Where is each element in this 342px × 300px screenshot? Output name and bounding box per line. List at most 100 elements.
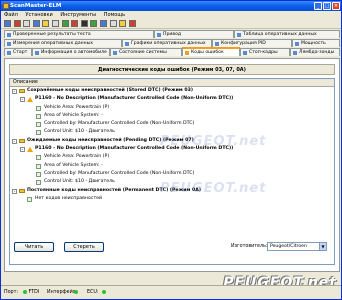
play-icon[interactable] (90, 20, 98, 27)
tab-vehicle-info[interactable]: Информация о автомобиле (32, 48, 110, 56)
tab-live-measurements[interactable]: Измерения оперативных данных (4, 39, 122, 47)
manufacturer-label: Изготовитель: (231, 244, 268, 249)
collapse-icon[interactable]: - (12, 89, 17, 94)
collapse-icon[interactable]: - (20, 97, 25, 103)
warning-icon (27, 146, 33, 152)
manufacturer-select[interactable]: Peugeot/Citroen ▼ (267, 242, 327, 251)
title-bar: ScanMaster-ELM _ □ × (1, 1, 341, 11)
tree-leaf[interactable]: Vehicle Area: Powertrain (P) (10, 104, 334, 112)
tab-o2-sensors[interactable]: Лямбда-зонды (290, 48, 340, 56)
read-button[interactable]: Читать (14, 242, 54, 252)
tab-actuator[interactable]: Привод (154, 30, 234, 38)
column-header-description[interactable]: Описание (10, 79, 334, 87)
table-icon (237, 33, 241, 37)
config-icon (215, 42, 219, 46)
tab-live-graphs[interactable]: Графики оперативных данных (122, 39, 212, 47)
menu-bar: Файл Установки Инструменты Помощь (1, 11, 341, 19)
menu-file[interactable]: Файл (4, 12, 18, 18)
connect-icon[interactable] (4, 20, 11, 27)
erase-button[interactable]: Стереть (64, 242, 104, 252)
tree-leaf-no-codes[interactable]: Нет кодов неисправностей (10, 195, 334, 203)
tree-leaf[interactable]: Area of Vehicle System: - (10, 162, 334, 170)
tree-node-stored-code[interactable]: - P1160 - No Description (Manufacturer C… (10, 95, 334, 103)
ecu-led (100, 289, 106, 297)
meter-icon (7, 42, 11, 46)
folder-icon (19, 138, 25, 143)
interface-led (72, 289, 78, 297)
tabs-row-3: Старт Информация о автомобиле Состояние … (4, 47, 340, 58)
tab-pid-config[interactable]: Конфигурация PID (212, 39, 292, 47)
start-icon (7, 51, 11, 55)
menu-tools[interactable]: Инструменты (60, 12, 96, 18)
help-icon[interactable] (32, 20, 40, 27)
info-leaf-icon (36, 155, 41, 161)
ecu-label: ECU: (87, 290, 99, 295)
collapse-icon[interactable]: - (12, 138, 17, 144)
sensor-icon (293, 51, 297, 55)
info-leaf-icon (36, 105, 41, 111)
camera-icon[interactable] (119, 20, 127, 27)
maximize-button[interactable]: □ (323, 2, 331, 10)
port-label: Порт: (4, 290, 18, 295)
info-icon[interactable] (42, 20, 50, 27)
exit-icon[interactable] (128, 20, 136, 27)
collapse-icon[interactable]: - (12, 188, 17, 194)
actuator-icon (157, 33, 161, 37)
graph-icon (125, 42, 129, 46)
folder-icon (19, 188, 25, 193)
car-icon (35, 51, 39, 55)
tree-leaf[interactable]: Controlled by: Manufacturer Controlled C… (10, 120, 334, 128)
gauge-icon[interactable] (61, 20, 69, 27)
tab-start[interactable]: Старт (4, 48, 32, 56)
menu-help[interactable]: Помощь (104, 12, 125, 18)
info-leaf-icon (36, 163, 41, 169)
tabs-row-2: Измерения оперативных данных Графики опе… (4, 39, 340, 47)
tab-system-status[interactable]: Состояние системы (110, 48, 182, 56)
disconnect-icon[interactable] (13, 20, 21, 27)
dtc-tree[interactable]: Описание - Сохранённые коды неисправност… (9, 78, 335, 265)
tab-power[interactable]: Мощность (292, 39, 340, 47)
main-window: ScanMaster-ELM _ □ × Файл Установки Инст… (0, 0, 342, 300)
power-icon (295, 42, 299, 46)
record-icon[interactable] (71, 20, 79, 27)
warning-icon (185, 51, 189, 55)
tab-test-results[interactable]: Проверенные результаты теста (4, 30, 154, 38)
status-bar: Порт: FTDI Интерфейс: ECU: (1, 285, 341, 299)
tree-leaf[interactable]: Controlled by: Manufacturer Controlled C… (10, 170, 334, 178)
ok-icon (27, 196, 32, 202)
chevron-down-icon[interactable]: ▼ (319, 243, 326, 250)
stop-icon[interactable] (80, 20, 88, 27)
info-leaf-icon (36, 122, 41, 128)
tabs-row-1: Проверенные результаты теста Привод Табл… (4, 30, 340, 38)
watermark: PEUGEOT.net (160, 134, 267, 149)
info-leaf-icon (36, 130, 41, 136)
trouble-codes-panel: Диагностические коды ошибок (Режим 03, 0… (4, 58, 340, 272)
freeze-icon (243, 51, 247, 55)
settings-icon[interactable] (23, 20, 31, 27)
folder-icon (19, 89, 25, 93)
printer-icon[interactable] (109, 20, 117, 27)
tab-freeze-frames[interactable]: Стоп-кадры (240, 48, 290, 56)
tree-node-stored[interactable]: - Сохранённые коды неисправностей (Store… (10, 87, 334, 95)
port-led-icon (23, 289, 27, 294)
warning-icon (27, 96, 33, 102)
interface-led-icon (74, 289, 78, 294)
chart-icon[interactable] (51, 20, 59, 27)
menu-settings[interactable]: Установки (25, 12, 52, 18)
test-icon (7, 33, 11, 37)
pause-icon[interactable] (99, 20, 107, 27)
panel-title: Диагностические коды ошибок (Режим 03, 0… (9, 64, 335, 75)
window-title: ScanMaster-ELM (10, 3, 62, 9)
minimize-button[interactable]: _ (314, 2, 322, 10)
close-button[interactable]: × (332, 2, 340, 10)
tree-leaf[interactable]: Vehicle Area: Powertrain (P) (10, 153, 334, 161)
info-leaf-icon (36, 171, 41, 177)
tab-live-data-table[interactable]: Таблица оперативных данных (234, 30, 340, 38)
collapse-icon[interactable]: - (20, 147, 25, 153)
tab-trouble-codes[interactable]: Коды ошибок (182, 47, 240, 56)
watermark: PEUGEOT.net (160, 181, 267, 196)
ecu-led-icon (102, 289, 106, 294)
toolbar (1, 19, 341, 29)
port-value: FTDI (21, 289, 39, 297)
tree-leaf[interactable]: Area of Vehicle System: - (10, 112, 334, 120)
